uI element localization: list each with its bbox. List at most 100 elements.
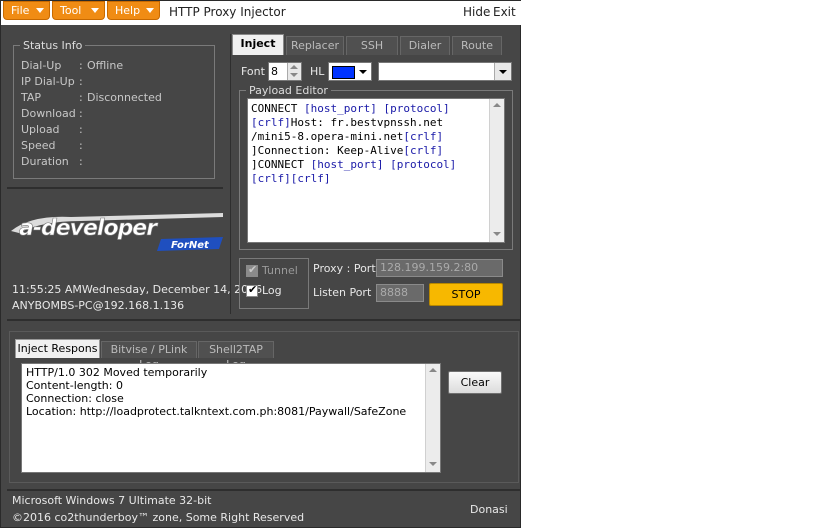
check-icon: ✔ [248, 263, 258, 276]
highlight-color-picker[interactable] [328, 62, 372, 81]
payload-token: ]CONNECT [251, 158, 311, 171]
logo-sub: ForNet [171, 240, 210, 251]
tab-inject-respons[interactable]: Inject Respons [15, 339, 100, 358]
response-line: HTTP/1.0 302 Moved temporarily [26, 366, 208, 379]
chevron-up-icon [290, 65, 298, 69]
payload-keyword: [crlf] [403, 130, 444, 143]
payload-line: ]CONNECT [host_port] [protocol] [251, 158, 456, 172]
file-menu-label: File [11, 4, 30, 17]
payload-keyword: [host_port] [protocol] [303, 102, 450, 115]
stop-button[interactable]: STOP [429, 283, 503, 306]
response-log[interactable]: HTTP/1.0 302 Moved temporarily Content-l… [21, 363, 441, 473]
payload-keyword: [crlf][crlf] [251, 172, 331, 185]
help-menu[interactable]: Help [107, 1, 160, 20]
proxy-port-label: Proxy : Port [313, 262, 376, 275]
status-label: IP Dial-Up [21, 75, 75, 88]
copyright-text: ©2016 co2thunderboy™ zone, Some Right Re… [12, 511, 305, 524]
scroll-down-icon[interactable] [493, 232, 501, 236]
status-row: Upload : [21, 123, 211, 139]
response-line: Content-length: 0 [26, 379, 123, 392]
status-row: IP Dial-Up : [21, 75, 211, 91]
chevron-down-icon [91, 8, 99, 13]
response-scrollbar[interactable] [425, 364, 440, 472]
log-checkbox[interactable]: ✔ [246, 283, 258, 297]
clear-button[interactable]: Clear [448, 371, 502, 394]
font-label: Font [241, 65, 265, 78]
logo-main: a-developer [19, 216, 158, 241]
response-line: Connection: close [26, 392, 124, 405]
response-text: HTTP/1.0 302 Moved temporarily Content-l… [26, 366, 406, 418]
payload-line: [crlf]Host: fr.bestvpnssh.net [251, 116, 456, 130]
status-label: Duration [21, 155, 69, 168]
scroll-down-icon[interactable] [429, 462, 437, 466]
payload-line: ]Connection: Keep-Alive[crlf] [251, 144, 456, 158]
payload-token: Host: fr.bestvpnssh.net [290, 116, 444, 129]
listen-port-label: Listen Port [313, 286, 372, 299]
divider [7, 187, 223, 189]
payload-text[interactable]: CONNECT [host_port] [protocol] [crlf]Host… [251, 102, 456, 186]
status-label: Speed [21, 139, 56, 152]
os-info: Microsoft Windows 7 Ultimate 32-bit [12, 494, 212, 507]
divider [7, 489, 520, 491]
tab-replacer[interactable]: Replacer [286, 36, 344, 55]
status-row: Download : [21, 107, 211, 123]
select-button[interactable] [494, 63, 511, 80]
status-colon: : [79, 107, 83, 120]
scroll-up-icon[interactable] [493, 103, 501, 107]
payload-editor-label: Payload Editor [246, 84, 331, 97]
status-info-label: Status Info [20, 39, 86, 52]
exit-button[interactable]: Exit [493, 5, 516, 19]
tunnel-label: Tunnel [262, 264, 298, 277]
tab-dialer[interactable]: Dialer [400, 36, 450, 55]
response-line: Location: http://loadprotect.talkntext.c… [26, 405, 407, 418]
payload-keyword: [crlf] [403, 144, 444, 157]
status-row: Speed : [21, 139, 211, 155]
status-colon: : [79, 123, 83, 136]
host-text: ANYBOMBS-PC@192.168.1.136 [12, 299, 185, 312]
payload-keyword: [host_port] [protocol] [310, 158, 457, 171]
color-swatch [332, 66, 355, 79]
tab-shell2tap-log[interactable]: Shell2TAP Log [198, 341, 274, 371]
status-label: Dial-Up [21, 59, 62, 72]
status-value: Disconnected [87, 91, 162, 104]
payload-line: /mini5-8.opera-mini.net[crlf] [251, 130, 456, 144]
hide-button[interactable]: Hide [463, 5, 490, 19]
tab-inject[interactable]: Inject [232, 34, 284, 55]
tab-ssh[interactable]: SSH [346, 36, 398, 55]
payload-token: CONNECT [251, 102, 304, 115]
stepper-arrows[interactable] [287, 63, 301, 80]
tab-bitvise-log[interactable]: Bitvise / PLink Log [101, 341, 197, 371]
payload-editor[interactable]: CONNECT [host_port] [protocol] [crlf]Host… [247, 98, 505, 243]
status-colon: : [79, 59, 83, 72]
chevron-down-icon [499, 70, 507, 74]
chevron-down-icon [290, 73, 298, 77]
status-label: Upload [21, 123, 60, 136]
status-label: TAP [21, 91, 42, 104]
status-row: Dial-Up : Offline [21, 59, 211, 75]
scroll-up-icon[interactable] [429, 368, 437, 372]
status-colon: : [79, 75, 83, 88]
payload-line: CONNECT [host_port] [protocol] [251, 102, 456, 116]
status-label: Download [21, 107, 76, 120]
donate-link[interactable]: Donasi [470, 503, 508, 516]
log-label: Log [262, 284, 282, 297]
chevron-down-icon [146, 8, 154, 13]
payload-keyword: [crlf] [251, 116, 291, 129]
datetime-text: 11:55:25 AMWednesday, December 14, 2016 [12, 283, 263, 296]
status-colon: : [79, 139, 83, 152]
app-window: File Tool Help HTTP Proxy Injector Hide … [0, 0, 522, 528]
file-menu[interactable]: File [3, 1, 50, 20]
tool-menu[interactable]: Tool [52, 1, 105, 20]
developer-logo: a-developer ForNet [11, 207, 226, 258]
status-colon: : [79, 155, 83, 168]
font-size-stepper[interactable]: 8 [268, 62, 302, 81]
divider [7, 319, 520, 321]
proxy-port-input[interactable]: 128.199.159.2:80 [376, 259, 503, 277]
payload-select[interactable] [378, 62, 512, 81]
status-value: Offline [87, 59, 124, 72]
tunnel-checkbox[interactable]: ✔ [246, 263, 258, 277]
payload-scrollbar[interactable] [489, 99, 504, 242]
status-row: TAP : Disconnected [21, 91, 211, 107]
listen-port-input[interactable]: 8888 [376, 284, 424, 302]
tab-route[interactable]: Route [452, 36, 502, 55]
